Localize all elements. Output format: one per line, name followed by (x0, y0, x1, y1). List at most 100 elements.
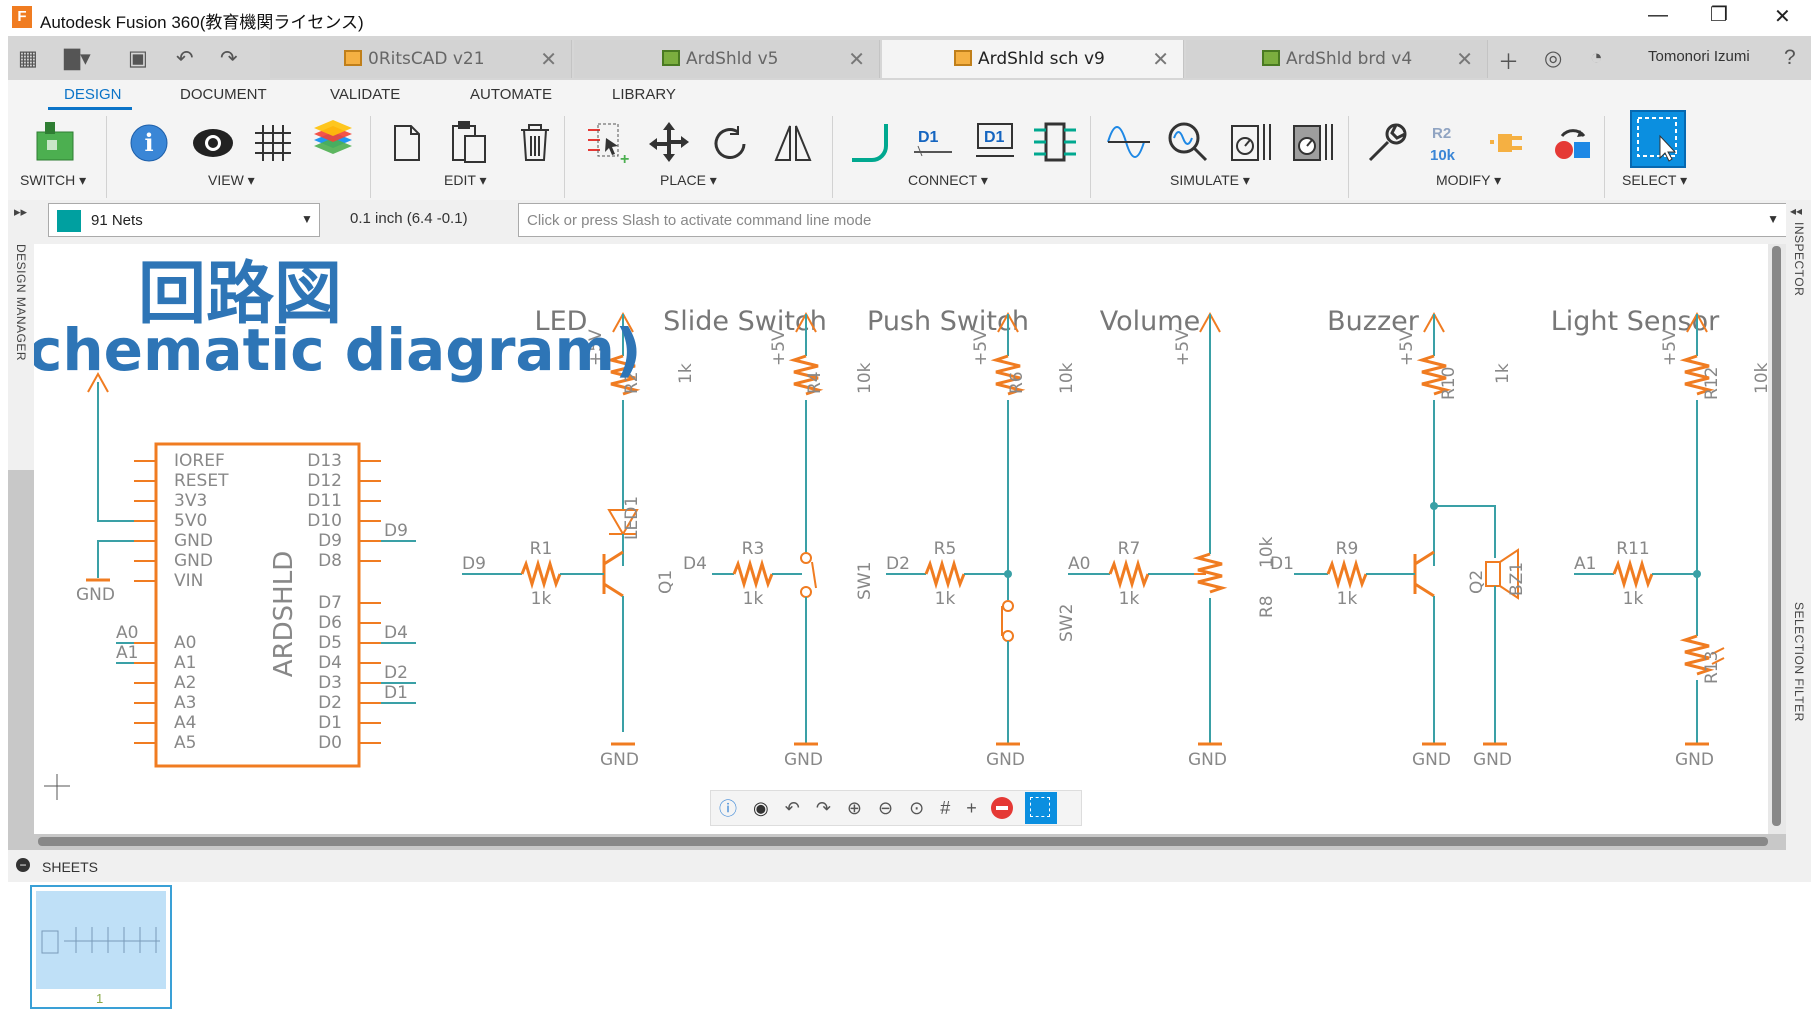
close-tab-icon[interactable]: ✕ (1152, 47, 1169, 72)
pin-label: A2 (174, 673, 196, 693)
net-icon[interactable] (846, 118, 896, 168)
collapse-icon[interactable]: − (16, 858, 30, 872)
probe-icon[interactable] (1164, 118, 1214, 168)
switch-to-pcb-icon[interactable] (30, 118, 80, 168)
group-simulate[interactable]: SIMULATE ▾ (1170, 172, 1250, 189)
extensions-icon[interactable]: ◎ (1544, 46, 1562, 71)
stop-icon[interactable] (990, 797, 1013, 819)
paste-icon[interactable] (444, 118, 494, 168)
grid-apps-icon[interactable]: ▦ (18, 46, 38, 71)
meter-icon[interactable] (1226, 118, 1276, 168)
close-tab-icon[interactable]: ✕ (1456, 47, 1473, 72)
grid-icon[interactable] (248, 118, 298, 168)
eye-icon[interactable]: ◉ (753, 798, 769, 819)
doc-tab-1[interactable]: 0RitsCAD v21 ✕ (270, 40, 572, 78)
collapse-panel-icon[interactable]: ◂◂ (1790, 204, 1802, 218)
smash-icon[interactable] (1486, 118, 1536, 168)
doc-tab-4[interactable]: ArdShld brd v4 ✕ (1186, 40, 1488, 78)
scroll-thumb[interactable] (1772, 246, 1781, 826)
new-tab-icon[interactable]: ＋ (1498, 46, 1519, 76)
undo-icon[interactable]: ↶ (176, 46, 194, 71)
doc-tab-2[interactable]: ArdShld v5 ✕ (574, 40, 880, 78)
sheet-thumbnail[interactable]: 1 (30, 885, 172, 1009)
group-edit[interactable]: EDIT ▾ (444, 172, 487, 189)
move-icon[interactable] (644, 118, 694, 168)
tab-document[interactable]: DOCUMENT (180, 86, 267, 103)
redo-icon[interactable]: ↷ (220, 46, 238, 71)
design-manager-panel[interactable]: DESIGN MANAGER (8, 244, 34, 470)
pin-label: 5V0 (174, 511, 207, 531)
tab-design[interactable]: DESIGN (64, 86, 122, 103)
inspector-label[interactable]: INSPECTOR (1792, 222, 1806, 296)
command-line-input[interactable]: Click or press Slash to activate command… (518, 203, 1790, 237)
help-icon[interactable]: ? (1784, 46, 1796, 70)
zoom-out-icon[interactable]: ⊖ (878, 798, 893, 819)
part-value: 1k (1493, 363, 1513, 384)
scroll-thumb[interactable] (38, 837, 1768, 846)
zoom-in-icon[interactable]: ⊕ (847, 798, 862, 819)
part-name: LED1 (622, 496, 642, 540)
info-icon[interactable]: i (124, 118, 174, 168)
net-label: A0 (1068, 554, 1090, 574)
wrench-icon[interactable] (1362, 118, 1412, 168)
delete-icon[interactable] (510, 118, 560, 168)
info-icon[interactable]: ⓘ (719, 795, 737, 821)
name-icon[interactable]: D1 (908, 118, 958, 168)
user-name[interactable]: Tomonori Izumi (1648, 48, 1750, 65)
tab-validate[interactable]: VALIDATE (330, 86, 400, 103)
expand-panel-icon[interactable]: ▸▸ (14, 204, 27, 220)
label-icon[interactable]: D1 (970, 118, 1020, 168)
replace-icon[interactable] (1548, 118, 1598, 168)
horizontal-scrollbar[interactable] (34, 834, 1786, 850)
restore-icon[interactable]: ❐ (1710, 2, 1728, 27)
value-icon[interactable]: R2 10k (1424, 118, 1474, 168)
slide-switch-circuit[interactable] (712, 311, 824, 746)
file-icon[interactable]: ▇▾ (64, 46, 91, 71)
group-switch[interactable]: SWITCH ▾ (20, 172, 86, 189)
tab-automate[interactable]: AUTOMATE (470, 86, 552, 103)
close-window-icon[interactable]: ✕ (1774, 4, 1791, 29)
save-icon[interactable]: ▣ (128, 46, 148, 71)
schematic-canvas[interactable]: LED Slide Switch Push Switch Volume Buzz… (34, 244, 1786, 834)
minimize-icon[interactable]: — (1648, 4, 1668, 27)
buzzer-circuit[interactable] (1294, 311, 1519, 746)
select-icon[interactable] (1024, 792, 1057, 824)
arduino-wiring (97, 382, 134, 578)
divider (832, 116, 833, 198)
group-view[interactable]: VIEW ▾ (208, 172, 255, 189)
grid-icon[interactable]: # (940, 798, 950, 819)
job-status-icon[interactable]: ◔ (1590, 46, 1603, 70)
push-switch-circuit[interactable] (886, 311, 1026, 746)
arduino-shield-symbol[interactable]: IOREF RESET 3V3 5V0 GND GND VIN A0 A1 A2… (134, 442, 381, 768)
layers-icon[interactable] (308, 118, 358, 168)
group-connect[interactable]: CONNECT ▾ (908, 172, 988, 189)
volume-circuit[interactable] (1068, 311, 1228, 746)
board-icon (1262, 50, 1280, 66)
zoom-fit-icon[interactable]: ⊙ (909, 798, 924, 819)
copy-icon[interactable] (384, 118, 434, 168)
close-tab-icon[interactable]: ✕ (848, 47, 865, 72)
meter-alt-icon[interactable] (1288, 118, 1338, 168)
net-label-d9: D9 (384, 521, 408, 541)
group-select[interactable]: SELECT ▾ (1622, 172, 1687, 189)
net-selector[interactable]: 91 Nets ▼ (48, 203, 320, 237)
place-component-icon[interactable]: + (582, 118, 632, 168)
title-bar: F Autodesk Fusion 360(教育機関ライセンス) — ❐ ✕ (0, 0, 1811, 34)
waveform-icon[interactable] (1104, 118, 1154, 168)
add-icon[interactable]: + (966, 798, 977, 819)
tab-library[interactable]: LIBRARY (612, 86, 676, 103)
group-place[interactable]: PLACE ▾ (660, 172, 717, 189)
eye-icon[interactable] (188, 118, 238, 168)
vertical-scrollbar[interactable] (1768, 244, 1786, 834)
select-icon[interactable] (1630, 110, 1686, 168)
doc-tab-3[interactable]: ArdShld sch v9 ✕ (882, 40, 1184, 78)
bus-icon[interactable] (1030, 118, 1080, 168)
group-modify[interactable]: MODIFY ▾ (1436, 172, 1501, 189)
close-tab-icon[interactable]: ✕ (540, 47, 557, 72)
rotate-icon[interactable] (706, 118, 756, 168)
selection-filter-label[interactable]: SELECTION FILTER (1792, 602, 1806, 722)
pin-label: D11 (307, 491, 342, 511)
redo-icon[interactable]: ↷ (816, 798, 831, 819)
undo-icon[interactable]: ↶ (785, 798, 800, 819)
mirror-icon[interactable] (768, 118, 818, 168)
